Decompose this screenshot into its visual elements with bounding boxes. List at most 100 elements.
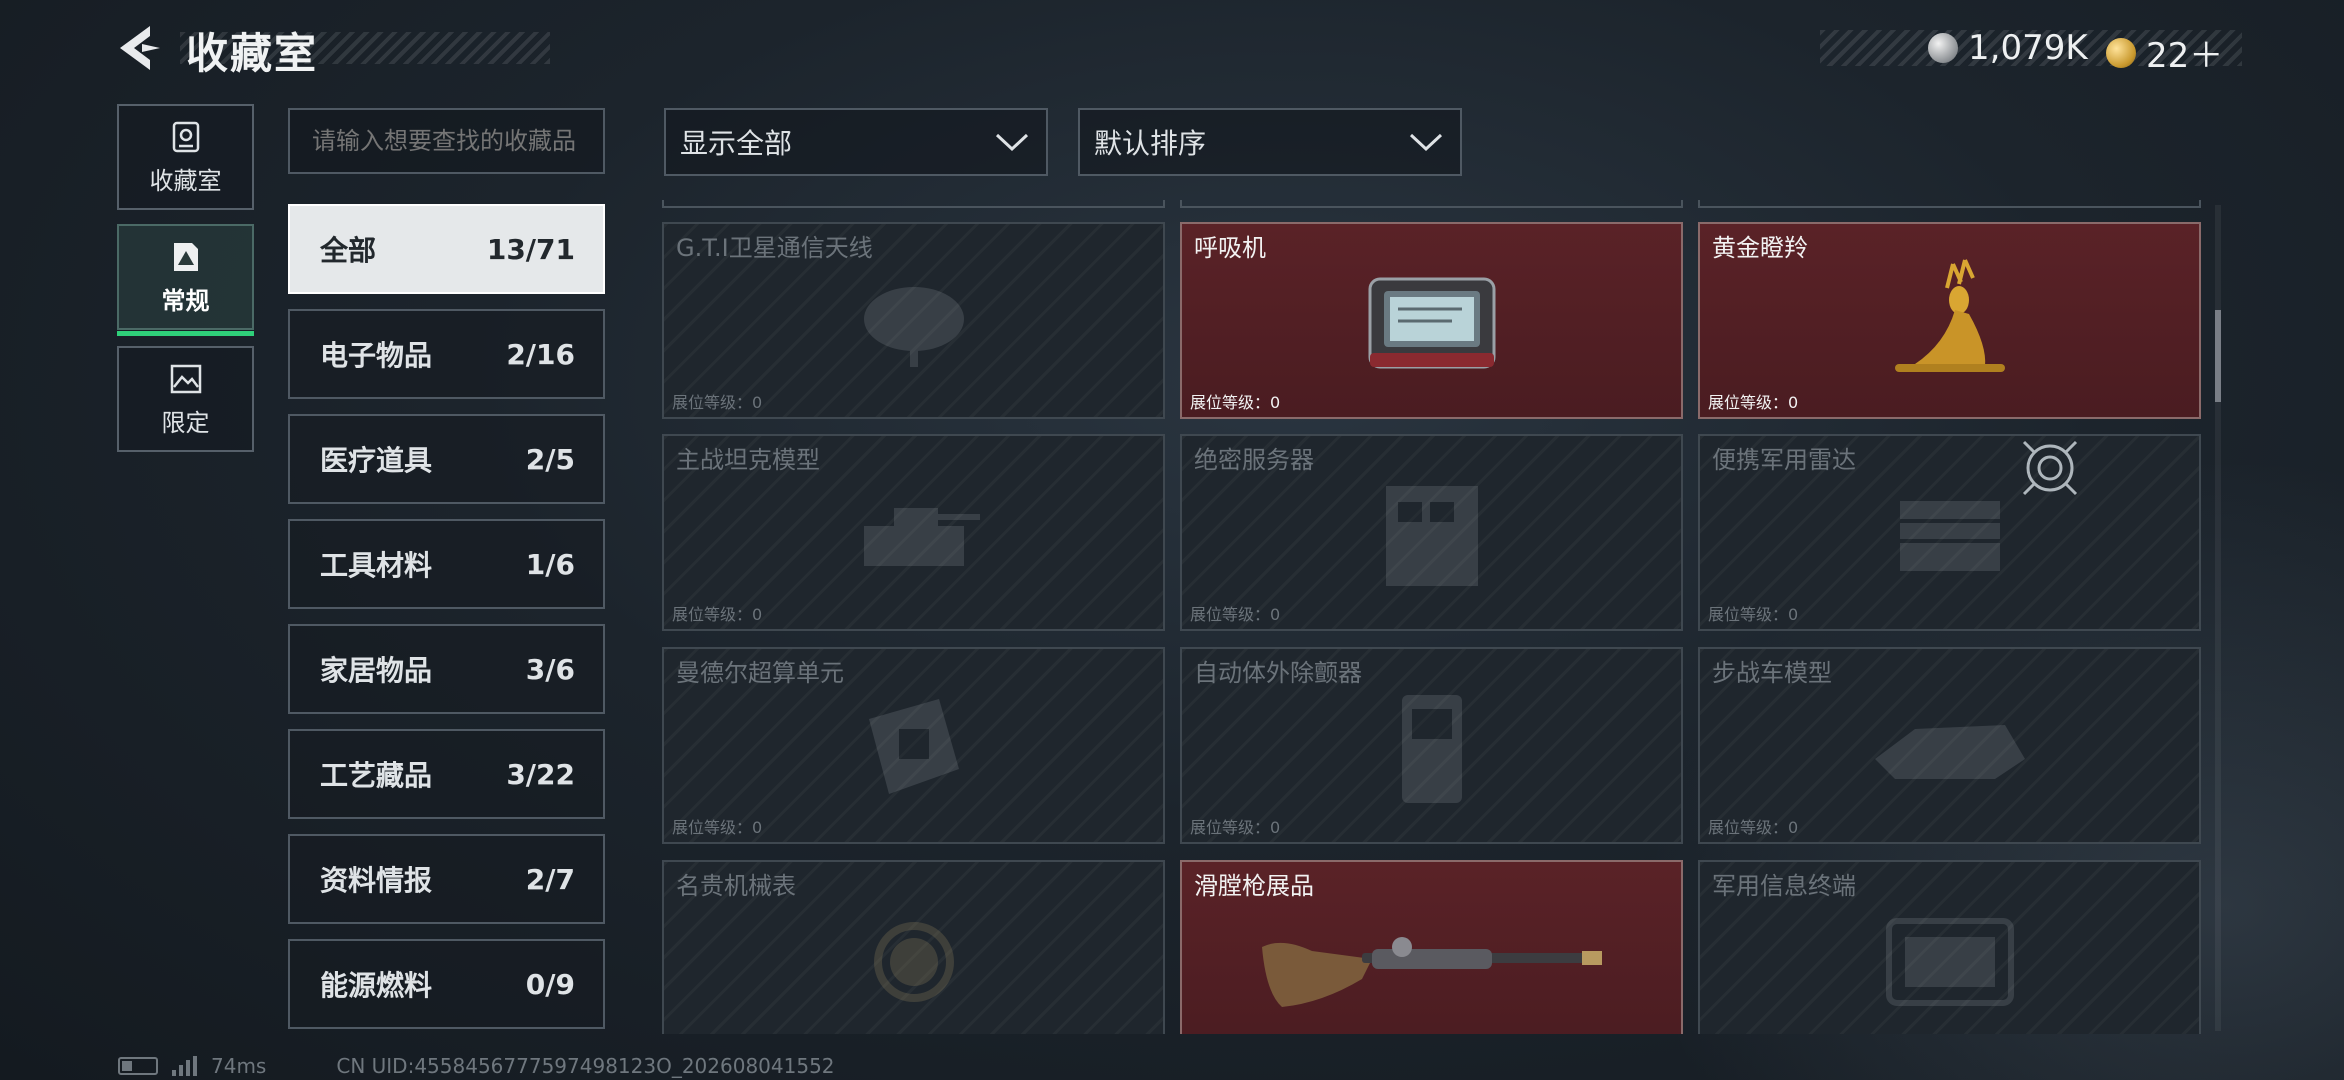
category-name: 家居物品 [320,654,433,687]
side-nav-regular[interactable]: 常规 [117,224,254,336]
category-name: 全部 [320,234,377,267]
image-icon [170,364,201,393]
item-name: 自动体外除颤器 [1194,659,1362,687]
display-filter-dropdown[interactable]: 显示全部 [664,108,1048,176]
supercomputer-unit-icon [868,699,959,795]
side-nav-limited[interactable]: 限定 [117,346,254,452]
category-count: 13/71 [486,232,575,266]
collection-item-card[interactable]: 曼德尔超算单元 展位等级：0 [662,647,1165,844]
category-name: 医疗道具 [320,444,433,477]
category-crafts[interactable]: 工艺藏品 3/22 [288,729,605,819]
category-household[interactable]: 家居物品 3/6 [288,624,605,714]
document-icon [173,242,198,271]
previous-row-edge [662,200,1165,208]
sort-value: 默认排序 [1094,127,1207,160]
category-name: 资料情报 [320,864,433,897]
side-nav-label: 限定 [161,408,210,437]
back-arrow-icon[interactable] [112,22,164,74]
display-filter-value: 显示全部 [680,127,793,160]
category-tools[interactable]: 工具材料 1/6 [288,519,605,609]
server-icon [1385,486,1478,587]
category-intel[interactable]: 资料情报 2/7 [288,834,605,924]
sort-dropdown[interactable]: 默认排序 [1078,108,1462,176]
gold-currency[interactable]: 22＋ [2106,28,2223,77]
item-name: G.T.I卫星通信天线 [676,234,873,262]
item-level: 展位等级：0 [1708,818,1799,837]
item-name: 主战坦克模型 [676,446,820,474]
target-icon[interactable] [2020,438,2080,498]
item-level: 展位等级：0 [1190,818,1281,837]
radar-icon [1899,501,2000,572]
watch-icon [873,922,954,1003]
user-uid: CN UID:4558456777597498123O_202608041552 [336,1054,835,1078]
category-name: 电子物品 [320,339,433,372]
category-count: 2/5 [525,442,575,476]
collection-item-card[interactable]: 自动体外除颤器 展位等级：0 [1180,647,1683,844]
gold-coin-icon [2106,37,2136,68]
collection-item-card[interactable]: 军用信息终端 [1698,860,2201,1034]
item-name: 滑膛枪展品 [1194,872,1314,900]
vault-icon [172,121,199,152]
ventilator-icon [1368,277,1495,369]
item-name: 步战车模型 [1712,659,1832,687]
category-electronics[interactable]: 电子物品 2/16 [288,309,605,399]
collection-item-card[interactable]: 步战车模型 展位等级：0 [1698,647,2201,844]
category-medical[interactable]: 医疗道具 2/5 [288,414,605,504]
category-count: 3/6 [525,652,575,686]
collection-item-card[interactable]: 绝密服务器 展位等级：0 [1180,434,1683,631]
chevron-down-icon [995,133,1029,152]
tank-model-icon [863,508,980,567]
category-count: 2/7 [525,862,575,896]
item-level: 展位等级：0 [1190,393,1281,412]
item-level: 展位等级：0 [1708,393,1799,412]
collection-item-card[interactable]: 呼吸机 展位等级：0 [1180,222,1683,419]
golden-gazelle-icon [1894,259,2005,373]
gold-currency-amount: 22＋ [2146,36,2224,76]
category-count: 0/9 [525,967,575,1001]
item-level: 展位等级：0 [1190,605,1281,624]
previous-row-edge [1180,200,1683,208]
item-name: 名贵机械表 [676,872,796,900]
musket-icon [1261,937,1602,1008]
collection-item-card[interactable]: 主战坦克模型 展位等级：0 [662,434,1165,631]
previous-row-edge [1698,200,2201,208]
item-name: 曼德尔超算单元 [676,659,844,687]
side-nav-collection-room[interactable]: 收藏室 [117,104,254,210]
search-input[interactable] [288,108,605,174]
collection-item-card[interactable]: 便携军用雷达 展位等级：0 [1698,434,2201,631]
signal-icon [172,1056,197,1076]
ping-value: 74ms [211,1054,267,1078]
page-title: 收藏室 [186,29,319,78]
category-fuel[interactable]: 能源燃料 0/9 [288,939,605,1029]
item-name: 黄金瞪羚 [1712,234,1808,262]
category-name: 能源燃料 [320,969,433,1002]
silver-currency: 1,079K [1928,28,2088,68]
scrollbar-thumb[interactable] [2215,310,2221,402]
collection-item-card[interactable]: G.T.I卫星通信天线 展位等级：0 [662,222,1165,419]
item-name: 军用信息终端 [1712,872,1856,900]
category-all[interactable]: 全部 13/71 [288,204,605,294]
item-name: 呼吸机 [1194,234,1266,262]
category-count: 1/6 [525,547,575,581]
satellite-dish-icon [863,287,964,368]
category-name: 工具材料 [320,549,433,582]
item-level: 展位等级：0 [672,393,763,412]
chevron-down-icon [1409,133,1443,152]
item-name: 便携军用雷达 [1712,446,1856,474]
item-name: 绝密服务器 [1194,446,1314,474]
status-footer: 74ms CN UID:4558456777597498123O_2026080… [118,1054,835,1078]
item-level: 展位等级：0 [1708,605,1799,624]
collection-item-card[interactable]: 名贵机械表 [662,860,1165,1034]
side-nav-label: 收藏室 [149,166,222,195]
battery-icon [118,1057,158,1075]
header: 收藏室 1,079K 22＋ [0,0,2344,100]
collection-item-card[interactable]: 黄金瞪羚 展位等级：0 [1698,222,2201,419]
collection-item-card[interactable]: 滑膛枪展品 [1180,860,1683,1034]
category-name: 工艺藏品 [320,759,433,792]
silver-currency-amount: 1,079K [1968,28,2088,68]
terminal-icon [1885,918,2014,1007]
item-level: 展位等级：0 [672,818,763,837]
ifv-model-icon [1874,725,2025,780]
side-nav-label: 常规 [161,286,210,315]
silver-coin-icon [1928,33,1958,63]
